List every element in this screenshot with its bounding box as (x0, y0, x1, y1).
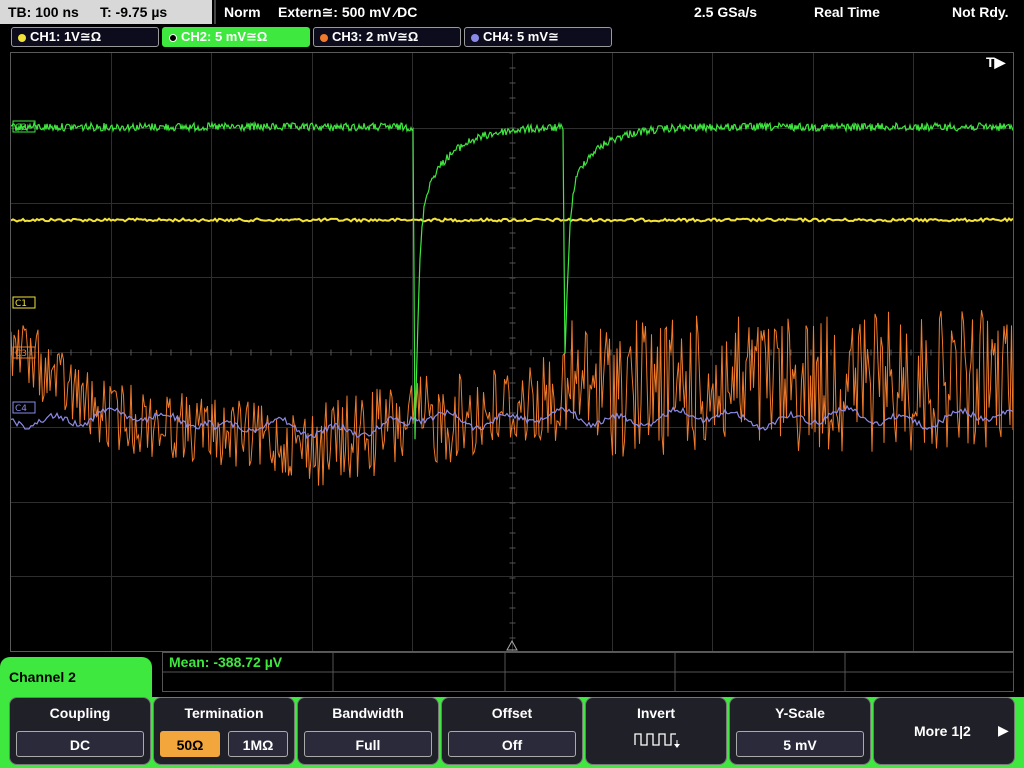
mean-measurement[interactable]: Mean: -388.72 µV (169, 654, 282, 670)
menu-title-tab: Channel 2 (0, 657, 152, 697)
measurement-area (162, 652, 1014, 692)
bandwidth-softkey[interactable]: Bandwidth Full (297, 697, 439, 765)
ch3-label: CH3: 2 mV≅Ω (332, 29, 419, 44)
termination-50ohm[interactable]: 50Ω (160, 731, 220, 757)
acquisition-mode: Real Time (814, 4, 880, 20)
coupling-value[interactable]: DC (16, 731, 144, 757)
bandwidth-title: Bandwidth (332, 705, 404, 721)
more-label: More 1|2 (914, 723, 971, 739)
termination-1mohm[interactable]: 1MΩ (228, 731, 288, 757)
marker-ch1-text: C1 (15, 299, 27, 309)
offset-value[interactable]: Off (448, 731, 576, 757)
trace-ch1 (11, 217, 1013, 223)
ch1-dot-icon (18, 34, 26, 42)
yscale-title: Y-Scale (775, 705, 825, 721)
ch2-label: CH2: 5 mV≅Ω (181, 29, 268, 44)
menu-title: Channel 2 (9, 669, 76, 685)
waveform-svg: C2 C1 C3 C4 T▶ (11, 53, 1013, 651)
trigger-status: Not Rdy. (952, 4, 1009, 20)
marker-ch4[interactable]: C4 (12, 401, 36, 414)
marker-ch1[interactable]: C1 (12, 296, 36, 309)
channel-tab-ch2[interactable]: CH2: 5 mV≅Ω (162, 27, 310, 47)
coupling-softkey[interactable]: Coupling DC (9, 697, 151, 765)
invert-title: Invert (636, 705, 676, 721)
marker-ch4-text: C4 (15, 404, 27, 414)
ch4-label: CH4: 5 mV≅ (483, 29, 559, 44)
marker-ch2-text: C2 (15, 123, 27, 133)
invert-waveform-icon (634, 733, 680, 748)
offset-title: Offset (491, 705, 533, 721)
trigger-mode[interactable]: Norm (224, 0, 261, 24)
marker-ch3-text: C3 (15, 349, 27, 359)
trigger-time-label: T: -9.75 µs (100, 4, 168, 20)
ch2-dot-icon (169, 34, 177, 42)
chevron-right-icon: ▶ (998, 722, 1009, 738)
yscale-value[interactable]: 5 mV (736, 731, 864, 757)
status-bar: TB: 100 ns T: -9.75 µs Norm Extern≅: 500… (0, 0, 1024, 26)
termination-title: Termination (184, 705, 264, 721)
timebase-box[interactable]: TB: 100 ns T: -9.75 µs (0, 0, 212, 24)
waveform-display[interactable]: C2 C1 C3 C4 T▶ (10, 52, 1014, 652)
more-softkey[interactable]: More 1|2 ▶ (873, 697, 1015, 765)
ch3-dot-icon (320, 34, 328, 42)
channel-tab-ch3[interactable]: CH3: 2 mV≅Ω (313, 27, 461, 47)
offset-softkey[interactable]: Offset Off (441, 697, 583, 765)
trigger-marker[interactable]: T▶ (986, 54, 1007, 70)
channel-tab-ch1[interactable]: CH1: 1V≅Ω (11, 27, 159, 47)
coupling-title: Coupling (49, 705, 111, 721)
sample-rate: 2.5 GSa/s (694, 4, 758, 20)
bandwidth-value[interactable]: Full (304, 731, 432, 757)
termination-softkey[interactable]: Termination 50Ω 1MΩ (153, 697, 295, 765)
trigger-source[interactable]: Extern≅: 500 mV ⁄DC (278, 0, 417, 24)
ch4-dot-icon (471, 34, 479, 42)
timebase-label: TB: 100 ns (8, 4, 79, 20)
invert-softkey[interactable]: Invert (585, 697, 727, 765)
graticule (11, 53, 1013, 651)
yscale-softkey[interactable]: Y-Scale 5 mV (729, 697, 871, 765)
ch1-label: CH1: 1V≅Ω (30, 29, 102, 44)
channel-tab-ch4[interactable]: CH4: 5 mV≅ (464, 27, 612, 47)
